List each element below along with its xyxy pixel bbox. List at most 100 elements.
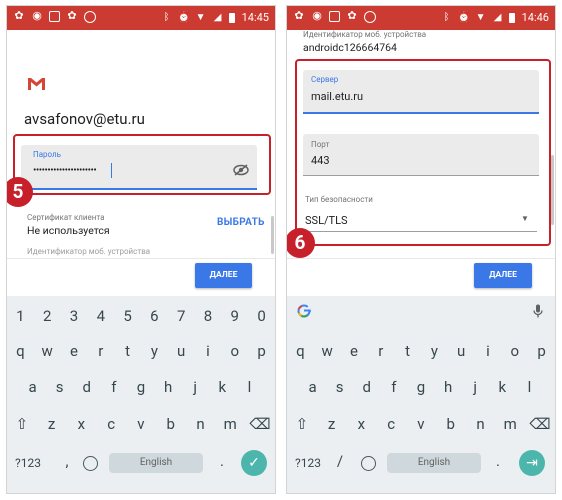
key-y[interactable]: y xyxy=(423,339,445,363)
key-p[interactable]: p xyxy=(251,339,273,363)
key-r[interactable]: r xyxy=(90,339,112,363)
key-t[interactable]: t xyxy=(397,339,419,363)
key-x[interactable]: x xyxy=(70,412,92,436)
key-8[interactable]: 8 xyxy=(197,304,219,328)
key-5[interactable]: 5 xyxy=(117,304,139,328)
key-l[interactable]: l xyxy=(518,375,540,399)
key-b[interactable]: b xyxy=(440,412,462,436)
key-u[interactable]: u xyxy=(450,339,472,363)
key-x[interactable]: x xyxy=(350,412,372,436)
google-icon[interactable] xyxy=(297,304,311,318)
key-g[interactable]: g xyxy=(410,375,432,399)
key-f[interactable]: f xyxy=(383,375,405,399)
key-k[interactable]: k xyxy=(211,375,233,399)
key-y[interactable]: y xyxy=(143,339,165,363)
key-c[interactable]: c xyxy=(100,412,122,436)
scrollbar[interactable] xyxy=(551,155,554,225)
server-input[interactable]: mail.etu.ru xyxy=(311,90,363,103)
key-4[interactable]: 4 xyxy=(90,304,112,328)
status-bar: ✿ ◉ ✿ ᛒ ⏰ ▼ ◢ 14:45 xyxy=(7,6,275,30)
next-button[interactable]: ДАЛЕЕ xyxy=(474,263,532,288)
notification-icon: ✿ xyxy=(67,9,77,22)
key-z[interactable]: z xyxy=(321,412,343,436)
period-key[interactable]: . xyxy=(487,449,509,473)
key-u[interactable]: u xyxy=(170,339,192,363)
notification-icon: ✿ xyxy=(294,9,304,22)
phone-screen-left: ✿ ◉ ✿ ᛒ ⏰ ▼ ◢ 14:45 avsafonov@etu.ru Пар… xyxy=(6,5,276,494)
period-key[interactable]: . xyxy=(211,449,233,473)
key-a[interactable]: a xyxy=(22,375,44,399)
slash-key[interactable]: / xyxy=(329,449,351,473)
keyboard: q w e r t y u i o p a s d f g h j k l ⇧ … xyxy=(287,296,555,493)
globe-icon[interactable] xyxy=(83,456,98,471)
comma-key[interactable]: , xyxy=(56,449,78,473)
key-v[interactable]: v xyxy=(130,412,152,436)
key-t[interactable]: t xyxy=(117,339,139,363)
symbols-key[interactable]: ?123 xyxy=(293,451,323,475)
key-d[interactable]: d xyxy=(356,375,378,399)
key-0[interactable]: 0 xyxy=(251,304,273,328)
key-v[interactable]: v xyxy=(410,412,432,436)
keyboard: 1 2 3 4 5 6 7 8 9 0 q w e r t y u i o p … xyxy=(7,296,275,493)
letter-row-2: a s d f g h j k l xyxy=(287,375,555,399)
server-settings-form: Идентификатор моб. устройства androidc12… xyxy=(287,30,555,258)
symbols-key[interactable]: ?123 xyxy=(13,451,43,475)
dropdown-arrow-icon[interactable]: ▼ xyxy=(521,214,529,223)
key-w[interactable]: w xyxy=(316,339,338,363)
key-n[interactable]: n xyxy=(469,412,491,436)
key-f[interactable]: f xyxy=(103,375,125,399)
key-w[interactable]: w xyxy=(36,339,58,363)
key-r[interactable]: r xyxy=(370,339,392,363)
key-z[interactable]: z xyxy=(41,412,63,436)
key-b[interactable]: b xyxy=(160,412,182,436)
choose-cert-button[interactable]: ВЫБРАТЬ xyxy=(217,217,265,228)
key-j[interactable]: j xyxy=(184,375,206,399)
key-k[interactable]: k xyxy=(491,375,513,399)
key-s[interactable]: s xyxy=(49,375,71,399)
key-n[interactable]: n xyxy=(189,412,211,436)
scrollbar[interactable] xyxy=(271,216,274,254)
battery-icon xyxy=(508,12,515,23)
shift-key[interactable]: ⇧ xyxy=(11,412,33,436)
key-1[interactable]: 1 xyxy=(9,304,31,328)
key-a[interactable]: a xyxy=(302,375,324,399)
backspace-key[interactable]: ⌫ xyxy=(249,412,271,436)
key-d[interactable]: d xyxy=(76,375,98,399)
key-h[interactable]: h xyxy=(157,375,179,399)
key-p[interactable]: p xyxy=(531,339,553,363)
key-i[interactable]: i xyxy=(477,339,499,363)
microphone-icon[interactable] xyxy=(533,304,543,318)
space-key[interactable]: English xyxy=(109,453,203,473)
key-2[interactable]: 2 xyxy=(36,304,58,328)
shift-key[interactable]: ⇧ xyxy=(291,412,313,436)
backspace-key[interactable]: ⌫ xyxy=(529,412,551,436)
key-g[interactable]: g xyxy=(130,375,152,399)
key-e[interactable]: e xyxy=(63,339,85,363)
key-m[interactable]: m xyxy=(219,412,241,436)
key-o[interactable]: o xyxy=(504,339,526,363)
key-j[interactable]: j xyxy=(464,375,486,399)
key-3[interactable]: 3 xyxy=(63,304,85,328)
space-key[interactable]: English xyxy=(387,453,481,473)
key-h[interactable]: h xyxy=(437,375,459,399)
next-button[interactable]: ДАЛЕЕ xyxy=(195,263,252,288)
port-field[interactable] xyxy=(303,134,539,176)
key-6[interactable]: 6 xyxy=(143,304,165,328)
key-9[interactable]: 9 xyxy=(224,304,246,328)
key-l[interactable]: l xyxy=(238,375,260,399)
signal-icon: ◢ xyxy=(493,11,502,23)
port-input[interactable]: 443 xyxy=(311,154,330,167)
key-m[interactable]: m xyxy=(499,412,521,436)
key-7[interactable]: 7 xyxy=(170,304,192,328)
key-o[interactable]: o xyxy=(224,339,246,363)
key-q[interactable]: q xyxy=(289,339,311,363)
security-type-select[interactable]: SSL/TLS xyxy=(305,214,348,227)
key-i[interactable]: i xyxy=(197,339,219,363)
key-c[interactable]: c xyxy=(380,412,402,436)
globe-icon[interactable] xyxy=(361,456,376,471)
done-key[interactable]: ✓ xyxy=(241,450,267,476)
key-s[interactable]: s xyxy=(329,375,351,399)
key-q[interactable]: q xyxy=(9,339,31,363)
next-field-key[interactable]: ⇥ xyxy=(519,450,545,476)
key-e[interactable]: e xyxy=(343,339,365,363)
